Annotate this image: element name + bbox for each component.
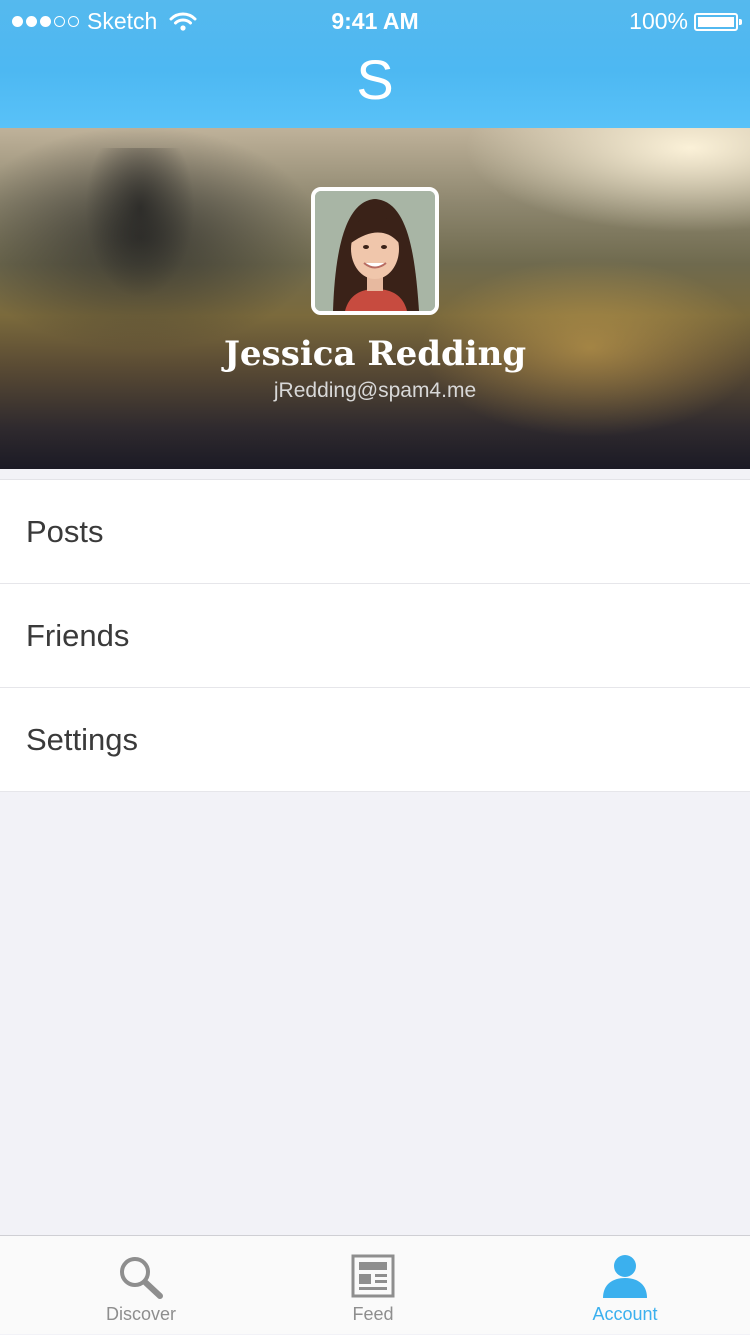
tab-discover[interactable]: Discover xyxy=(16,1236,266,1335)
menu-item-label: Friends xyxy=(26,617,130,653)
profile-email: jRedding@spam4.me xyxy=(273,379,477,402)
tab-bar: Discover Feed Account xyxy=(0,1235,750,1334)
person-icon xyxy=(603,1255,647,1298)
account-menu: Posts Friends Settings xyxy=(0,479,750,792)
avatar[interactable] xyxy=(311,187,439,315)
status-right: 100% xyxy=(629,8,742,35)
tab-feed[interactable]: Feed xyxy=(248,1236,498,1335)
menu-item-label: Settings xyxy=(26,721,139,757)
menu-item-settings[interactable]: Settings xyxy=(0,688,750,792)
status-bar: Sketch 9:41 AM 100% xyxy=(0,0,750,42)
newspaper-icon xyxy=(351,1254,395,1298)
tab-label: Account xyxy=(592,1304,658,1324)
tab-label: Feed xyxy=(352,1304,394,1324)
tab-account[interactable]: Account xyxy=(500,1236,750,1335)
avatar-portrait-icon xyxy=(315,191,435,311)
menu-item-label: Posts xyxy=(26,513,104,549)
menu-item-posts[interactable]: Posts xyxy=(0,480,750,584)
menu-item-friends[interactable]: Friends xyxy=(0,584,750,688)
battery-icon xyxy=(694,12,742,31)
tab-label: Discover xyxy=(105,1304,176,1324)
profile-header: Jessica Redding jRedding@spam4.me xyxy=(0,128,750,469)
profile-name: Jessica Redding xyxy=(223,334,527,374)
app-title: S xyxy=(356,48,394,111)
search-icon xyxy=(120,1257,163,1299)
battery-percent: 100% xyxy=(629,8,688,34)
background-tree xyxy=(85,148,195,298)
